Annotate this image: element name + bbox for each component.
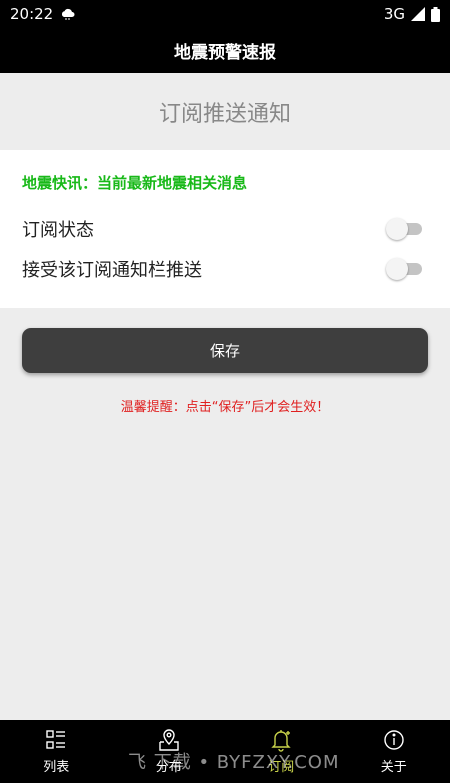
tab-label: 订阅 — [268, 760, 295, 775]
toggle-thumb — [386, 258, 408, 280]
setting-row-subscription-status: 订阅状态 — [22, 214, 422, 244]
save-tip: 温馨提醒：点击“保存”后才会生效！ — [120, 400, 330, 415]
list-icon — [46, 730, 66, 749]
section-title: 订阅推送通知 — [0, 73, 450, 150]
tab-subscription[interactable]: 订阅 — [225, 720, 338, 783]
app-header: 地震预警速报 — [0, 28, 450, 73]
tab-label: 关于 — [380, 760, 407, 775]
quake-notice: 地震快讯：当前最新地震相关消息 — [22, 174, 248, 192]
tab-label: 分布 — [155, 760, 182, 775]
tab-bar: 列表 分布 订阅 关于 — [0, 720, 450, 783]
page-title: 地震预警速报 — [174, 43, 276, 63]
setting-label: 订阅状态 — [22, 220, 94, 241]
tab-distribution[interactable]: 分布 — [113, 720, 226, 783]
status-time: 20:22 — [10, 5, 54, 23]
setting-row-notification-push: 接受该订阅通知栏推送 — [22, 254, 422, 284]
status-left: 20:22 — [10, 5, 75, 23]
tab-label: 列表 — [43, 760, 70, 775]
tab-list[interactable]: 列表 — [0, 720, 113, 783]
notification-push-toggle[interactable] — [386, 258, 422, 280]
signal-icon — [411, 7, 425, 21]
tab-about[interactable]: 关于 — [338, 720, 450, 783]
bell-icon — [271, 730, 291, 752]
network-type: 3G — [383, 5, 405, 23]
subscription-status-toggle[interactable] — [386, 218, 422, 240]
map-pin-icon — [159, 729, 179, 751]
toggle-thumb — [386, 218, 408, 240]
status-right: 3G — [384, 5, 440, 23]
cloud-icon — [62, 8, 75, 20]
battery-icon — [431, 6, 440, 22]
setting-label: 接受该订阅通知栏推送 — [22, 260, 202, 281]
section-title-text: 订阅推送通知 — [158, 101, 291, 127]
save-button[interactable]: 保存 — [22, 328, 428, 373]
subscription-card: 地震快讯：当前最新地震相关消息 订阅状态 接受该订阅通知栏推送 — [0, 150, 450, 308]
info-icon — [384, 730, 404, 750]
status-bar: 20:22 3G — [0, 0, 450, 28]
